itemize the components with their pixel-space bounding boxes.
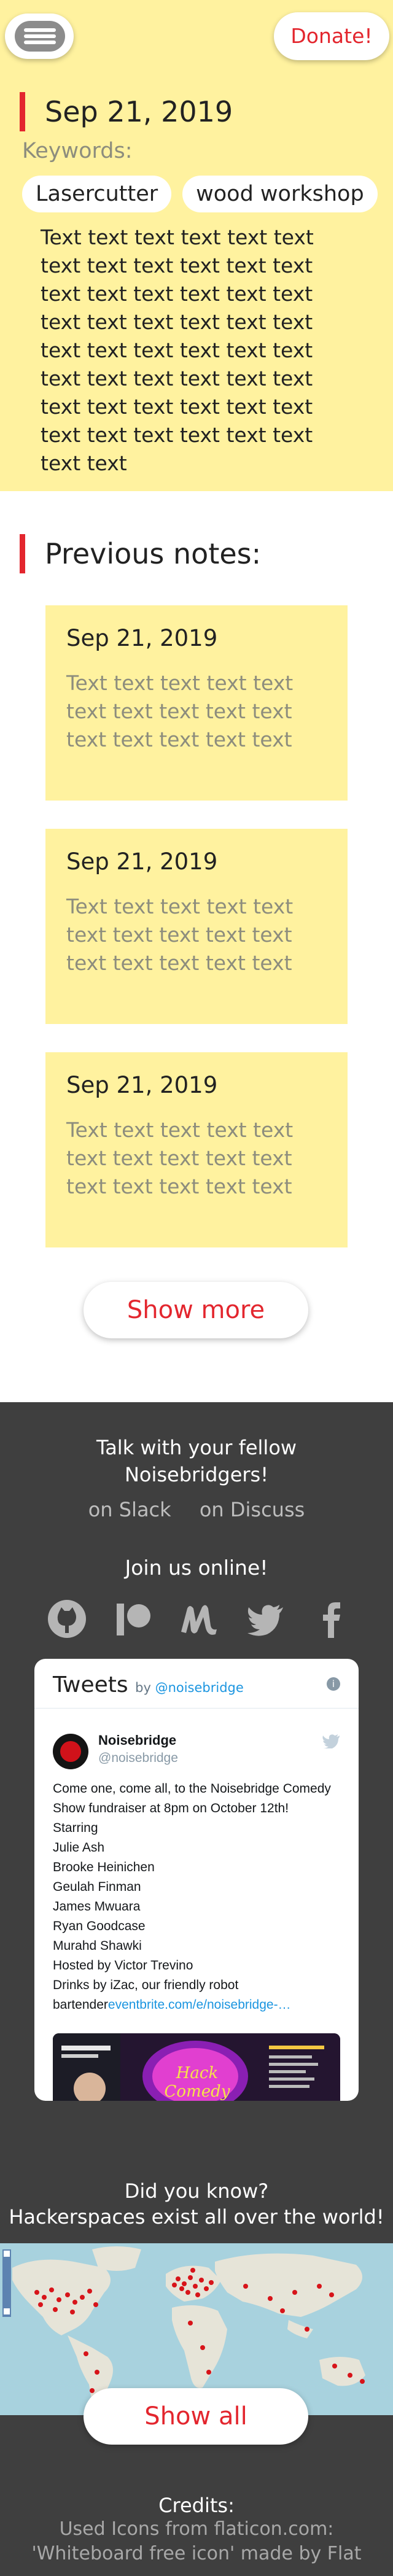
tweet-text-fragment: bartender xyxy=(53,1998,108,2012)
divider xyxy=(34,1708,359,1709)
previous-note-card[interactable]: Sep 21, 2019 Text text text text text te… xyxy=(45,829,348,1024)
tweet-line: Come one, come all, to the Noisebridge C… xyxy=(53,1782,331,1796)
footer: Talk with your fellow Noisebridgers! on … xyxy=(0,1402,393,2576)
tweet-line: James Mwuara xyxy=(53,1899,141,1914)
talk-heading: Talk with your fellow Noisebridgers! xyxy=(0,1434,393,1488)
patreon-icon[interactable] xyxy=(112,1597,155,1640)
tweet-line: Julie Ash xyxy=(53,1841,105,1855)
menu-button[interactable] xyxy=(5,14,74,59)
credits-line: 'Whiteboard free icon' made by Flat xyxy=(31,2543,362,2564)
tweet-image-title: Hack Comedy xyxy=(164,2064,230,2101)
card-text: Text text text text text text text text … xyxy=(66,671,294,751)
card-date: Sep 21, 2019 xyxy=(66,1072,218,1098)
tweet-line: Starring xyxy=(53,1821,98,1835)
twitter-timeline[interactable]: Tweets by @noisebridge i Noisebridge @no… xyxy=(34,1659,359,2101)
join-heading: Join us online! xyxy=(125,1556,268,1580)
tweet-line: Hosted by Victor Trevino xyxy=(53,1958,193,1973)
tweet-line: Murahd Shawki xyxy=(53,1939,142,1953)
hamburger-icon xyxy=(15,21,65,52)
timeline-by: by xyxy=(135,1680,151,1695)
tweet-line: bartendereventbrite.com/e/noisebridge-… xyxy=(53,1995,341,2015)
keyword-chip[interactable]: wood workshop xyxy=(182,176,378,212)
card-date: Sep 21, 2019 xyxy=(66,625,218,651)
tweet-line: Drinks by iZac, our friendly robot xyxy=(53,1978,239,1992)
timeline-header: Tweets by @noisebridge xyxy=(53,1672,244,1697)
keywords-label: Keywords: xyxy=(22,139,133,163)
tweet-image[interactable]: Hack Comedy xyxy=(53,2033,340,2101)
meetup-icon[interactable] xyxy=(177,1597,220,1640)
accent-bar xyxy=(20,92,25,131)
credits-line: Used Icons from flaticon.com: xyxy=(59,2518,334,2540)
did-you-know-line: Did you know? xyxy=(124,2179,269,2203)
previous-note-card[interactable]: Sep 21, 2019 Text text text text text te… xyxy=(45,1052,348,1247)
tweet-line: Ryan Goodcase xyxy=(53,1919,146,1933)
slack-link[interactable]: on Slack xyxy=(88,1498,171,1521)
show-more-button[interactable]: Show more xyxy=(84,1282,308,1338)
current-note-section: Donate! Sep 21, 2019 Keywords: Lasercutt… xyxy=(0,0,393,491)
github-icon[interactable] xyxy=(45,1597,88,1640)
tweet-author-name[interactable]: Noisebridge xyxy=(98,1732,176,1748)
note-date: Sep 21, 2019 xyxy=(45,95,233,128)
previous-notes-heading: Previous notes: xyxy=(20,534,261,573)
credits-title: Credits: xyxy=(158,2494,235,2517)
timeline-handle-link[interactable]: @noisebridge xyxy=(155,1680,244,1695)
card-date: Sep 21, 2019 xyxy=(66,848,218,875)
tweet-author-handle[interactable]: @noisebridge xyxy=(98,1751,178,1766)
donate-button[interactable]: Donate! xyxy=(274,12,389,60)
avatar[interactable] xyxy=(53,1734,88,1769)
accent-bar xyxy=(20,534,25,573)
tweet-line: Show fundraiser at 8pm on October 12th! xyxy=(53,1801,289,1815)
credits-text: Used Icons from flaticon.com: 'Whiteboar… xyxy=(0,2517,393,2566)
info-icon[interactable]: i xyxy=(327,1677,340,1691)
social-icons xyxy=(45,1597,352,1640)
facebook-icon[interactable] xyxy=(309,1597,352,1640)
twitter-bird-icon xyxy=(322,1734,340,1748)
previous-notes-title: Previous notes: xyxy=(45,537,262,570)
talk-line: Talk with your fellow xyxy=(96,1436,297,1459)
card-text: Text text text text text text text text … xyxy=(66,1118,294,1198)
note-heading: Sep 21, 2019 xyxy=(20,92,233,131)
talk-line: Noisebridgers! xyxy=(124,1463,269,1486)
community-links: on Slack on Discuss xyxy=(0,1498,393,1521)
timeline-title: Tweets xyxy=(53,1672,128,1697)
previous-note-card[interactable]: Sep 21, 2019 Text text text text text te… xyxy=(45,605,348,801)
tweet-text: Come one, come all, to the Noisebridge C… xyxy=(53,1779,341,2015)
tweet-line: Brooke Heinichen xyxy=(53,1860,155,1874)
twitter-icon[interactable] xyxy=(244,1597,287,1640)
show-all-button[interactable]: Show all xyxy=(84,2388,308,2445)
discuss-link[interactable]: on Discuss xyxy=(200,1498,305,1521)
tweet-line: Geulah Finman xyxy=(53,1880,141,1894)
did-you-know-line: Hackerspaces exist all over the world! xyxy=(9,2205,384,2229)
did-you-know: Did you know? Hackerspaces exist all ove… xyxy=(0,2178,393,2230)
keyword-chip[interactable]: Lasercutter xyxy=(22,176,172,212)
keyword-list: Lasercutter wood workshop xyxy=(22,176,378,212)
note-body: Text text text text text text text text … xyxy=(41,225,314,475)
card-text: Text text text text text text text text … xyxy=(66,894,294,975)
tweet-link[interactable]: eventbrite.com/e/noisebridge-… xyxy=(108,1998,291,2012)
